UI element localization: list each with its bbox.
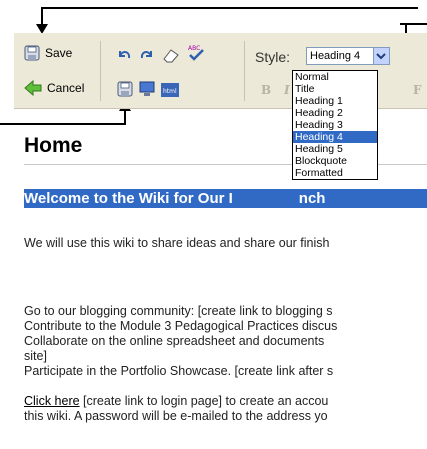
style-option[interactable]: Heading 4	[293, 131, 377, 143]
save-button[interactable]: Save	[24, 45, 72, 61]
callout-line-top-vertical	[41, 7, 43, 25]
svg-text:ABC: ABC	[188, 45, 200, 52]
eraser-icon[interactable]	[162, 47, 180, 63]
list-line-portfolio: Participate in the Portfolio Showcase. […	[24, 364, 334, 378]
callout-line-left-horizontal	[0, 123, 126, 125]
style-select[interactable]: Heading 4	[306, 47, 390, 65]
undo-icon[interactable]	[116, 47, 132, 63]
style-option[interactable]: Title	[293, 83, 377, 95]
list-line-module3: Contribute to the Module 3 Pedagogical P…	[24, 319, 338, 333]
list-line-spreadsheet: Collaborate on the online spreadsheet an…	[24, 334, 325, 348]
login-text: [create link to login page] to create an…	[79, 394, 329, 408]
save-label: Save	[45, 46, 73, 60]
style-option[interactable]: Formatted	[293, 167, 377, 179]
page-title: Home	[24, 134, 83, 157]
login-paragraph-line1: Click here [create link to login page] t…	[24, 394, 427, 409]
bold-icon[interactable]: B	[261, 83, 271, 97]
list-line-blogging: Go to our blogging community: [create li…	[24, 304, 333, 318]
font-color-icon[interactable]: F	[413, 83, 422, 97]
style-select-value: Heading 4	[310, 50, 361, 62]
style-option[interactable]: Normal	[293, 71, 377, 83]
click-here-link[interactable]: Click here	[24, 394, 80, 408]
preview-floppy-icon[interactable]	[117, 81, 133, 97]
back-arrow-icon	[24, 79, 42, 97]
svg-text:html: html	[163, 88, 177, 95]
selected-heading: Welcome to the Wiki for Our I nch	[24, 189, 427, 208]
heading-text-left: Welcome to the Wiki for Our I	[24, 190, 233, 207]
style-option[interactable]: Heading 1	[293, 95, 377, 107]
italic-icon[interactable]: I	[284, 83, 290, 97]
chevron-down-icon[interactable]	[373, 48, 389, 64]
callout-line-left-vertical	[124, 110, 126, 125]
intro-paragraph: We will use this wiki to share ideas and…	[24, 236, 330, 250]
style-option[interactable]: Blockquote	[293, 155, 377, 167]
style-option[interactable]: Heading 2	[293, 107, 377, 119]
toolbar-separator-2	[244, 41, 245, 101]
heading-text-right: nch	[298, 190, 326, 207]
spellcheck-icon[interactable]: ABC	[187, 43, 205, 63]
style-dropdown-list: Normal Title Heading 1 Heading 2 Heading 3 He…	[292, 70, 378, 180]
style-label: Style:	[255, 49, 291, 65]
login-paragraph-line2: this wiki. A password will be e-mailed t…	[24, 409, 328, 423]
style-option[interactable]: Heading 3	[293, 119, 377, 131]
list-line-site: site]	[24, 349, 47, 363]
toolbar-separator	[100, 41, 101, 101]
monitor-icon[interactable]	[139, 81, 155, 97]
cancel-button[interactable]: Cancel	[24, 79, 85, 97]
html-source-icon[interactable]: html	[161, 82, 179, 97]
callout-line-top-horizontal	[41, 7, 418, 9]
redo-icon[interactable]	[139, 47, 155, 63]
floppy-disk-icon	[24, 45, 40, 61]
cancel-label: Cancel	[47, 81, 85, 95]
style-option[interactable]: Heading 5	[293, 143, 377, 155]
